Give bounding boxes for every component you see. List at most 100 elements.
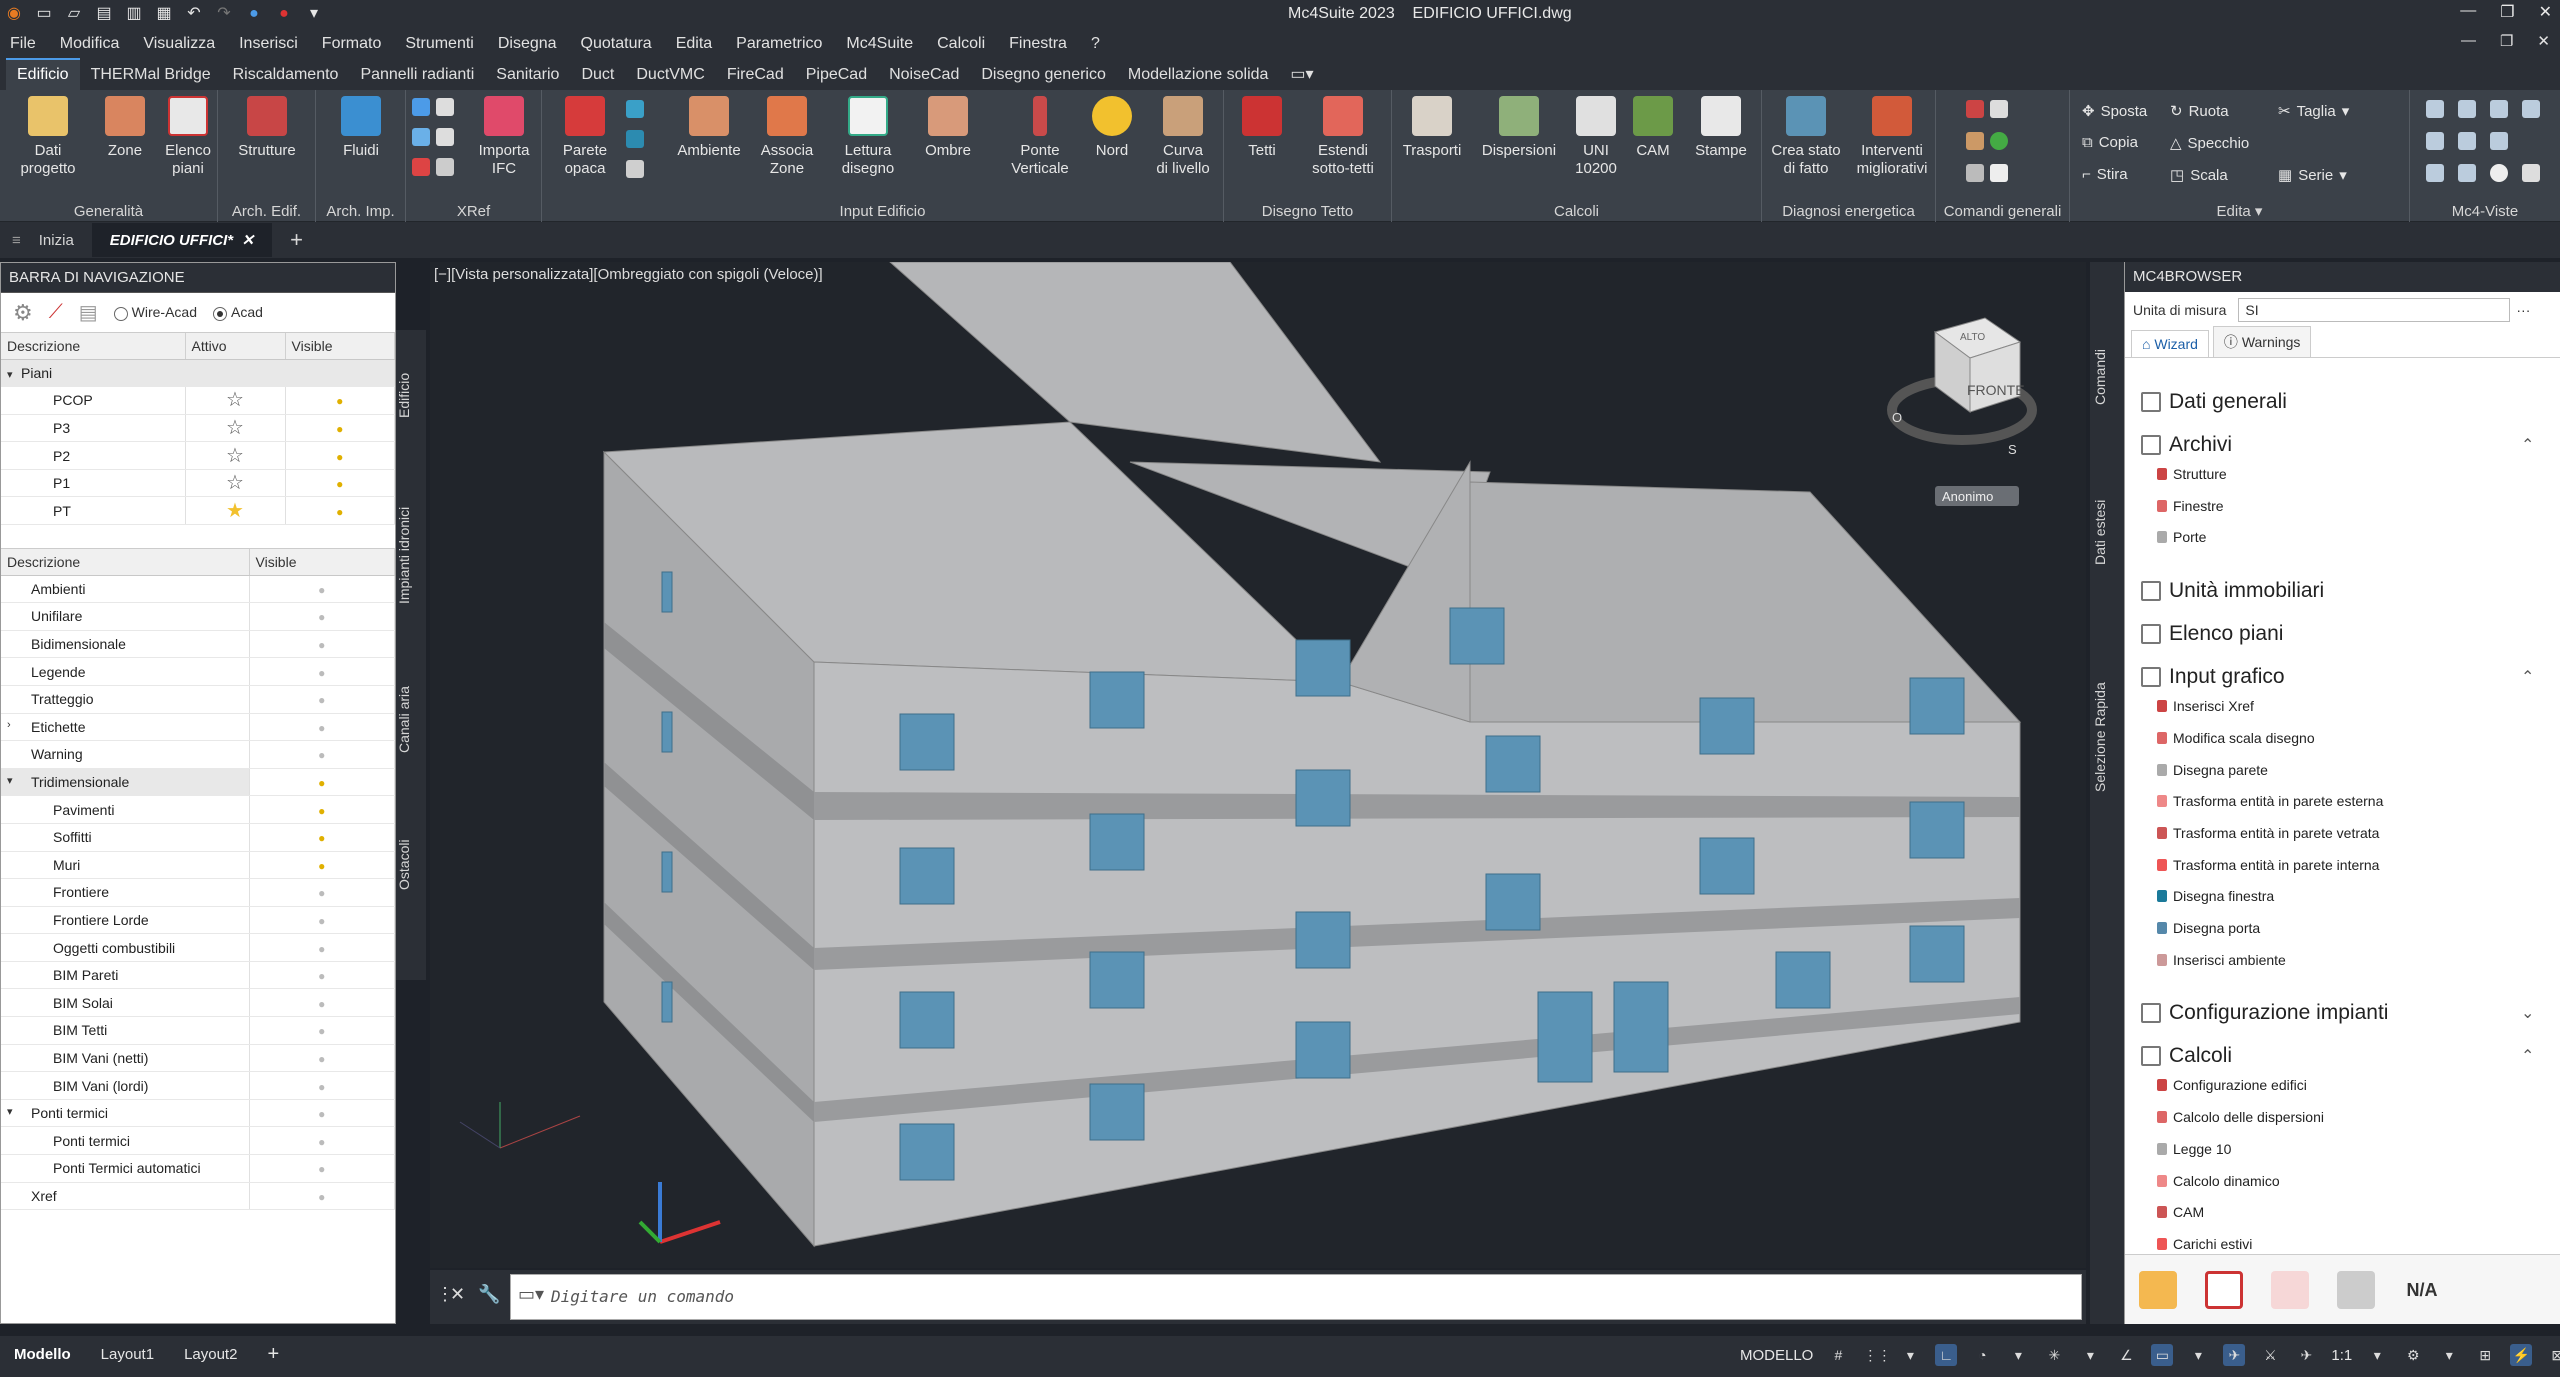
uni-10200-button[interactable]: UNI 10200: [1568, 96, 1624, 178]
browser-section[interactable]: Calcoli ⌃: [2141, 1044, 2534, 1068]
tab-disegno-generico[interactable]: Disegno generico: [970, 60, 1117, 90]
layer-row[interactable]: Frontiere Lorde ●: [1, 906, 395, 935]
layer-row[interactable]: Legende ●: [1, 657, 395, 686]
drawing-viewport[interactable]: [−][Vista personalizzata][Ombreggiato co…: [430, 262, 2086, 1268]
browser-item[interactable]: Strutture: [2157, 466, 2227, 482]
layer-row[interactable]: BIM Pareti ●: [1, 961, 395, 990]
chevron-up-icon[interactable]: ⌃: [2521, 435, 2534, 455]
expander-icon[interactable]: ▾: [7, 368, 21, 381]
dropdown-icon[interactable]: ▾: [2366, 1344, 2388, 1366]
dispersioni-button[interactable]: Dispersioni: [1474, 96, 1564, 160]
dropdown-icon[interactable]: ▾: [2438, 1344, 2460, 1366]
browser-item[interactable]: Trasforma entità in parete vetrata: [2157, 825, 2379, 841]
nord-button[interactable]: Nord: [1082, 96, 1142, 160]
floor-visible-toggle[interactable]: ●: [285, 414, 395, 443]
layer-visible-toggle[interactable]: ●: [249, 768, 395, 797]
autodesk-icon[interactable]: ●: [274, 5, 294, 23]
layer-row[interactable]: Ambienti ●: [1, 575, 395, 604]
grid-icon[interactable]: #: [1827, 1344, 1849, 1366]
vtab-dati-estesi[interactable]: Dati estesi: [2092, 472, 2122, 592]
doc-minimize-icon[interactable]: —: [2461, 32, 2476, 50]
menu-quotatura[interactable]: Quotatura: [581, 35, 652, 53]
minimize-icon[interactable]: —: [2460, 2, 2476, 22]
serie-button[interactable]: ▦ Serie ▾: [2278, 166, 2347, 185]
chevron-up-icon[interactable]: ⌃: [2521, 1046, 2534, 1066]
floor-visible-toggle[interactable]: ●: [285, 386, 395, 415]
importa-ifc-button[interactable]: Importa IFC: [470, 96, 538, 178]
annotation-visibility-icon[interactable]: ⚔: [2259, 1344, 2281, 1366]
command-input[interactable]: Digitare un comando: [510, 1274, 2082, 1320]
layer-row[interactable]: BIM Solai ●: [1, 988, 395, 1018]
tab-ductvmc[interactable]: DuctVMC: [625, 60, 715, 90]
browser-section[interactable]: Input grafico ⌃: [2141, 665, 2534, 689]
open-icon[interactable]: ▱: [64, 5, 84, 23]
browser-item[interactable]: Calcolo dinamico: [2157, 1173, 2280, 1189]
layer-visible-toggle[interactable]: ●: [249, 1182, 395, 1211]
restore-icon[interactable]: ❐: [2500, 2, 2514, 22]
parete-opaca-button[interactable]: Parete opaca: [552, 96, 618, 178]
comandi-small-3[interactable]: [1966, 164, 2008, 182]
model-space-toggle[interactable]: MODELLO: [1740, 1347, 1813, 1364]
view-controls-label[interactable]: [−][Vista personalizzata][Ombreggiato co…: [434, 266, 823, 283]
viewcube-top-label[interactable]: ALTO: [1960, 332, 1985, 343]
tab-sanitario[interactable]: Sanitario: [485, 60, 570, 90]
menu-parametrico[interactable]: Parametrico: [736, 35, 822, 53]
specchio-button[interactable]: △ Specchio: [2170, 134, 2249, 153]
elenco-piani-button[interactable]: Elenco piani: [158, 96, 218, 178]
fluidi-button[interactable]: Fluidi: [330, 96, 392, 160]
browser-section[interactable]: Elenco piani: [2141, 622, 2283, 646]
command-history-icon[interactable]: ▭▾: [518, 1284, 544, 1305]
layer-visible-toggle[interactable]: ●: [249, 685, 395, 714]
tab-modellazione-solida[interactable]: Modellazione solida: [1117, 60, 1280, 90]
annotation-icon[interactable]: ✈: [2223, 1344, 2246, 1366]
curva-di-livello-button[interactable]: Curva di livello: [1144, 96, 1222, 178]
layout-tab-layout2[interactable]: Layout2: [184, 1346, 237, 1363]
copia-button[interactable]: ⧉ Copia: [2082, 134, 2138, 151]
layer-visible-toggle[interactable]: ●: [249, 795, 395, 824]
tab-noisecad[interactable]: NoiseCad: [878, 60, 970, 90]
unita-misura-select[interactable]: SI: [2238, 298, 2511, 322]
browser-item[interactable]: Calcolo delle dispersioni: [2157, 1109, 2324, 1125]
layer-row[interactable]: Warning ●: [1, 740, 395, 769]
browser-section[interactable]: Configurazione impianti ⌄: [2141, 1001, 2534, 1025]
trasporti-button[interactable]: Trasporti: [1396, 96, 1468, 160]
layout-tab-modello[interactable]: Modello: [14, 1346, 71, 1363]
tetti-button[interactable]: Tetti: [1232, 96, 1292, 160]
layer-visible-toggle[interactable]: ●: [249, 1071, 395, 1100]
xref-small-1[interactable]: [412, 98, 454, 116]
layer-visible-toggle[interactable]: ●: [249, 933, 395, 962]
snap-icon[interactable]: ⋮⋮: [1863, 1344, 1891, 1366]
layer-visible-toggle[interactable]: ●: [249, 740, 395, 769]
sposta-button[interactable]: ✥ Sposta: [2082, 102, 2147, 121]
vtab-comandi[interactable]: Comandi: [2092, 322, 2122, 432]
crea-stato-di-fatto-button[interactable]: Crea stato di fatto: [1764, 96, 1848, 178]
menu-strumenti[interactable]: Strumenti: [405, 35, 473, 53]
acad-radio[interactable]: Acad: [213, 304, 263, 321]
browser-item[interactable]: Disegna finestra: [2157, 888, 2274, 904]
input-small-1[interactable]: [626, 100, 644, 118]
floor-active-toggle[interactable]: ★: [185, 496, 286, 526]
col-visible[interactable]: Visible: [249, 549, 395, 576]
floor-row[interactable]: P3 ☆ ●: [1, 414, 395, 443]
save-as-icon[interactable]: ▥: [124, 5, 144, 23]
floor-visible-toggle[interactable]: ●: [285, 496, 395, 526]
layer-row[interactable]: BIM Vani (netti) ●: [1, 1044, 395, 1073]
add-layout-icon[interactable]: +: [267, 1344, 279, 1364]
print-icon[interactable]: ▦: [154, 5, 174, 23]
tab-firecad[interactable]: FireCad: [716, 60, 795, 90]
scala-button[interactable]: ◳ Scala: [2170, 166, 2228, 185]
chevron-down-icon[interactable]: ⌄: [2521, 1003, 2534, 1023]
browser-item[interactable]: Inserisci Xref: [2157, 698, 2254, 714]
workspace-gear-icon[interactable]: ⚙: [2402, 1344, 2424, 1366]
plumbing-icon[interactable]: [2205, 1270, 2243, 1309]
menu-edita[interactable]: Edita: [676, 35, 712, 53]
layer-visible-toggle[interactable]: ●: [249, 602, 395, 631]
menu-help[interactable]: ?: [1091, 35, 1100, 53]
close-command-icon[interactable]: ✕: [450, 1284, 465, 1305]
browser-item[interactable]: Disegna porta: [2157, 920, 2260, 936]
compass-o[interactable]: O: [1892, 410, 1902, 425]
selection-cycle-icon[interactable]: ▭: [2151, 1344, 2174, 1366]
browser-item[interactable]: Inserisci ambiente: [2157, 952, 2286, 968]
layer-row[interactable]: Oggetti combustibili ●: [1, 933, 395, 962]
menu-icon[interactable]: ≡: [12, 232, 21, 249]
